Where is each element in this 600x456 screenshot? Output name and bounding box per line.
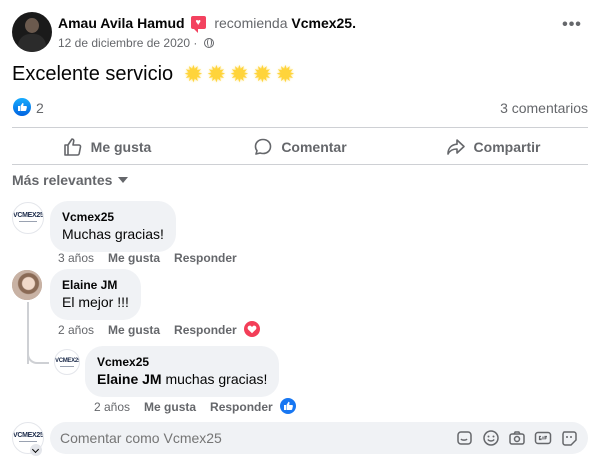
like-button-label: Me gusta bbox=[90, 139, 152, 155]
reply-reply-link[interactable]: Responder bbox=[210, 400, 273, 414]
star-emojis bbox=[184, 61, 300, 90]
comment-reply-link[interactable]: Responder bbox=[174, 251, 237, 265]
gif-icon[interactable] bbox=[534, 429, 552, 447]
post-date[interactable]: 12 de diciembre de 2020 bbox=[58, 36, 190, 50]
comment-bubble: Vcmex25 Muchas gracias! bbox=[50, 201, 176, 252]
commenter-avatar[interactable] bbox=[12, 270, 42, 300]
recommend-text: recomienda bbox=[214, 15, 288, 31]
comment-author[interactable]: Vcmex25 bbox=[62, 209, 164, 225]
vcmex25-logo: VCMEX25 bbox=[13, 432, 44, 439]
comment-button[interactable]: Comentar bbox=[202, 130, 398, 164]
divider bbox=[12, 127, 588, 128]
avatar-head bbox=[25, 18, 39, 33]
share-button-label: Compartir bbox=[473, 139, 541, 155]
star-icon bbox=[230, 61, 251, 88]
comment-like-link[interactable]: Me gusta bbox=[108, 323, 160, 337]
reply-bubble: Vcmex25 Elaine JM muchas gracias! bbox=[85, 346, 280, 397]
logo-underline bbox=[59, 366, 75, 367]
globe-icon bbox=[203, 38, 214, 48]
like-count[interactable]: 2 bbox=[36, 100, 44, 116]
avatar-sticker-icon[interactable] bbox=[560, 429, 578, 447]
sort-label: Más relevantes bbox=[12, 172, 113, 188]
share-button[interactable]: Compartir bbox=[398, 130, 588, 164]
comment-time[interactable]: 2 años bbox=[58, 323, 94, 337]
avatar-photo bbox=[12, 270, 42, 300]
comment-bubble-icon bbox=[255, 138, 272, 155]
vcmex25-logo: VCMEX25 bbox=[55, 358, 80, 364]
commenter-avatar[interactable]: VCMEX25 bbox=[12, 202, 44, 234]
sticker-icon[interactable] bbox=[456, 429, 474, 447]
love-reaction-icon[interactable] bbox=[243, 320, 261, 338]
like-reaction-icon[interactable] bbox=[279, 397, 297, 415]
star-icon bbox=[253, 61, 274, 88]
chevron-down-icon[interactable] bbox=[30, 444, 42, 456]
reply-like-link[interactable]: Me gusta bbox=[144, 400, 196, 414]
reply-avatar[interactable]: VCMEX25 bbox=[54, 349, 80, 375]
comment-author[interactable]: Elaine JM bbox=[62, 277, 129, 293]
post-text-line: Excelente servicio bbox=[12, 61, 300, 90]
reply-meta: 2 años Me gusta Responder bbox=[94, 400, 287, 414]
thread-connector bbox=[27, 340, 49, 364]
comment-bubble: Elaine JM El mejor !!! bbox=[50, 269, 141, 320]
reply-text: muchas gracias! bbox=[161, 371, 268, 387]
sort-comments-dropdown[interactable]: Más relevantes bbox=[12, 172, 129, 188]
reply-author[interactable]: Vcmex25 bbox=[97, 354, 267, 370]
comments-count[interactable]: 3 comentarios bbox=[500, 100, 588, 116]
star-icon bbox=[184, 61, 205, 88]
star-icon bbox=[207, 61, 228, 88]
comment-text: Muchas gracias! bbox=[62, 226, 164, 242]
caret-down-icon bbox=[118, 177, 129, 183]
post-date-line: 12 de diciembre de 2020 · bbox=[58, 36, 214, 50]
comment-input[interactable] bbox=[60, 430, 450, 446]
post-header: Amau Avila Hamud ♥ recomienda Vcmex25. bbox=[58, 15, 356, 33]
logo-underline bbox=[19, 221, 37, 222]
like-reaction-icon[interactable] bbox=[13, 98, 31, 116]
share-arrow-icon bbox=[446, 139, 465, 155]
author-name[interactable]: Amau Avila Hamud bbox=[58, 15, 185, 31]
reply-time[interactable]: 2 años bbox=[94, 400, 130, 414]
page-name[interactable]: Vcmex25. bbox=[291, 15, 356, 31]
author-avatar[interactable] bbox=[12, 12, 52, 52]
date-separator: · bbox=[190, 36, 201, 50]
emoji-icon[interactable] bbox=[482, 429, 500, 447]
post-text: Excelente servicio bbox=[12, 63, 174, 85]
camera-icon[interactable] bbox=[508, 429, 526, 447]
like-button[interactable]: Me gusta bbox=[12, 130, 202, 164]
comment-reply-link[interactable]: Responder bbox=[174, 323, 237, 337]
composer-tools bbox=[448, 429, 578, 447]
comment-like-link[interactable]: Me gusta bbox=[108, 251, 160, 265]
reply-mention[interactable]: Elaine JM bbox=[97, 371, 162, 387]
more-options-button[interactable]: ••• bbox=[559, 17, 585, 36]
comment-time[interactable]: 3 años bbox=[58, 251, 94, 265]
comment-meta: 3 años Me gusta Responder bbox=[58, 251, 251, 265]
star-icon bbox=[276, 61, 297, 88]
logo-underline bbox=[19, 441, 37, 442]
reply-text-line: Elaine JM muchas gracias! bbox=[97, 370, 267, 389]
thumbs-up-icon bbox=[63, 138, 81, 156]
comment-composer bbox=[50, 422, 588, 454]
recommend-icon: ♥ bbox=[191, 16, 207, 33]
divider bbox=[12, 164, 588, 165]
avatar-body bbox=[18, 34, 46, 52]
vcmex25-logo: VCMEX25 bbox=[13, 212, 44, 219]
comment-button-label: Comentar bbox=[281, 139, 347, 155]
comment-text: El mejor !!! bbox=[62, 294, 129, 310]
comment-meta: 2 años Me gusta Responder bbox=[58, 323, 251, 337]
